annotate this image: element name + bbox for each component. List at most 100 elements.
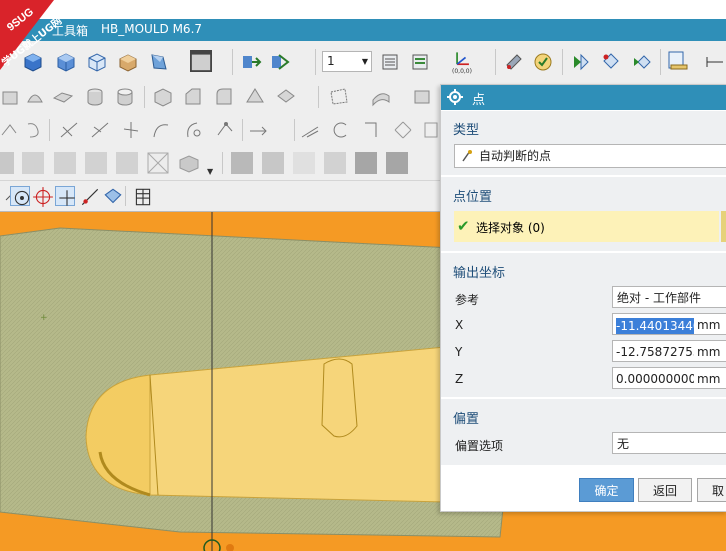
slab-icon[interactable] [52, 86, 74, 108]
snap-small-icon[interactable] [0, 186, 13, 208]
swatch-6[interactable] [231, 152, 253, 174]
reference-dropdown[interactable]: 绝对 - 工作部件 [612, 286, 726, 308]
surface-icon[interactable] [370, 86, 392, 108]
chevron-down-icon[interactable]: ▼ [207, 167, 213, 176]
gear-icon [447, 89, 463, 105]
trim-icon[interactable] [412, 86, 434, 108]
offset-section: 偏置 偏置选项 无 [441, 399, 726, 465]
offset-curve-icon[interactable] [248, 119, 270, 141]
snap-endpoint-icon[interactable] [631, 51, 653, 73]
ok-button[interactable]: 确定 [579, 478, 634, 502]
transform-icon[interactable] [269, 51, 291, 73]
select-object-label: 选择对象 (0) [476, 221, 545, 235]
shade-box-icon[interactable] [178, 152, 200, 174]
layer-settings-icon[interactable] [410, 51, 432, 73]
tube-icon[interactable] [114, 86, 136, 108]
dialog-titlebar[interactable]: 点 [441, 85, 726, 110]
analysis-icon[interactable] [532, 51, 554, 73]
snap-center-icon[interactable] [10, 186, 30, 206]
snap-intersection-icon[interactable] [55, 186, 75, 206]
split-curve-icon[interactable] [360, 119, 382, 141]
x-unit: mm [697, 318, 721, 332]
swatch-3[interactable] [54, 152, 76, 174]
snap-line-icon[interactable] [79, 186, 99, 206]
swatch-4[interactable] [85, 152, 107, 174]
cancel-button[interactable]: 取消 [697, 478, 726, 502]
dialog-title: 点 [472, 93, 486, 108]
swatch-1[interactable] [0, 152, 14, 174]
svg-text:+: + [40, 313, 48, 323]
curve-icon[interactable] [0, 119, 22, 141]
back-button[interactable]: 返回 [638, 478, 692, 502]
cylinder-icon[interactable] [84, 86, 106, 108]
point-location-section: 点位置 ✔ 选择对象 (0) [441, 177, 726, 251]
grid-icon[interactable] [132, 186, 152, 206]
wireframe-cube-icon[interactable] [86, 51, 108, 73]
text-curve-icon[interactable] [24, 119, 46, 141]
offset-option-dropdown[interactable]: 无 [612, 432, 726, 454]
offset-option-label: 偏置选项 [455, 439, 504, 453]
x-value: -11.44013440 [616, 317, 694, 334]
revolve-icon[interactable] [24, 86, 46, 108]
point-location-header: 点位置 [453, 190, 493, 205]
type-section: 类型 自动判断的点 [441, 111, 726, 175]
z-input[interactable]: 0.0000000000 mm [612, 367, 726, 389]
z-label: Z [455, 372, 464, 386]
move-handle-icon[interactable] [392, 119, 414, 141]
line-icon[interactable] [58, 119, 80, 141]
x-label: X [455, 318, 464, 332]
move-icon[interactable] [240, 51, 262, 73]
point-snap-icon [462, 150, 472, 162]
swatch-8[interactable] [293, 152, 315, 174]
y-value: -12.75872753 [616, 345, 694, 359]
line-3-icon[interactable] [120, 119, 142, 141]
check-icon: ✔ [457, 217, 470, 235]
swatch-7[interactable] [262, 152, 284, 174]
y-input[interactable]: -12.75872753 mm [612, 340, 726, 362]
hatch-icon[interactable] [147, 152, 169, 174]
trim-curve-icon[interactable] [330, 119, 352, 141]
color-box-icon[interactable] [190, 50, 214, 74]
blend-icon[interactable] [213, 86, 235, 108]
type-header: 类型 [453, 123, 480, 138]
layer-value: 1 [327, 54, 335, 68]
x-input[interactable]: -11.44013440 mm [612, 313, 726, 335]
sketch-icon[interactable] [328, 86, 350, 108]
layers-icon[interactable] [380, 51, 402, 73]
type-dropdown[interactable]: 自动判断的点 [454, 144, 726, 168]
pattern-icon[interactable] [275, 86, 297, 108]
snap-quadrant-icon[interactable] [32, 186, 53, 207]
snap-point-icon[interactable] [600, 51, 622, 73]
site-logo: 9SUG 学UG就上UG网 [0, 0, 88, 70]
offset-option-value: 无 [617, 437, 630, 451]
arc-icon[interactable] [183, 119, 205, 141]
point-dialog: 点 类型 自动判断的点 点位置 ✔ 选择对象 (0) 输出坐标 参考 绝对 - … [440, 84, 726, 512]
output-coordinates-section: 输出坐标 参考 绝对 - 工作部件 X -11.44013440 mm Y -1… [441, 253, 726, 397]
swatch-5[interactable] [116, 152, 138, 174]
shape-icon[interactable] [148, 51, 170, 73]
point-set-icon[interactable] [214, 119, 236, 141]
reference-value: 绝对 - 工作部件 [617, 291, 701, 305]
layer-select[interactable]: 1 ▼ [322, 51, 372, 72]
bridge-icon[interactable] [299, 119, 321, 141]
swatch-9[interactable] [324, 152, 346, 174]
swatch-2[interactable] [22, 152, 44, 174]
window-title: HB_MOULD M6.7 [101, 22, 203, 36]
line-2-icon[interactable] [89, 119, 111, 141]
chamfer-icon[interactable] [182, 86, 204, 108]
ruler-icon[interactable] [667, 49, 689, 71]
pyramid-icon[interactable] [244, 86, 266, 108]
extrude-icon[interactable] [0, 86, 22, 108]
box-icon[interactable] [152, 86, 174, 108]
spline-icon[interactable] [150, 119, 172, 141]
swatch-10[interactable] [355, 152, 377, 174]
snap-icon[interactable] [570, 51, 592, 73]
snap-face-icon[interactable] [102, 186, 122, 206]
dimension-icon[interactable] [704, 51, 726, 73]
y-label: Y [455, 345, 463, 359]
box-open-icon[interactable] [117, 51, 139, 73]
swatch-11[interactable] [386, 152, 408, 174]
offset-header: 偏置 [453, 412, 480, 427]
select-object-row[interactable]: ✔ 选择对象 (0) [454, 211, 719, 242]
measure-icon[interactable] [503, 51, 525, 73]
